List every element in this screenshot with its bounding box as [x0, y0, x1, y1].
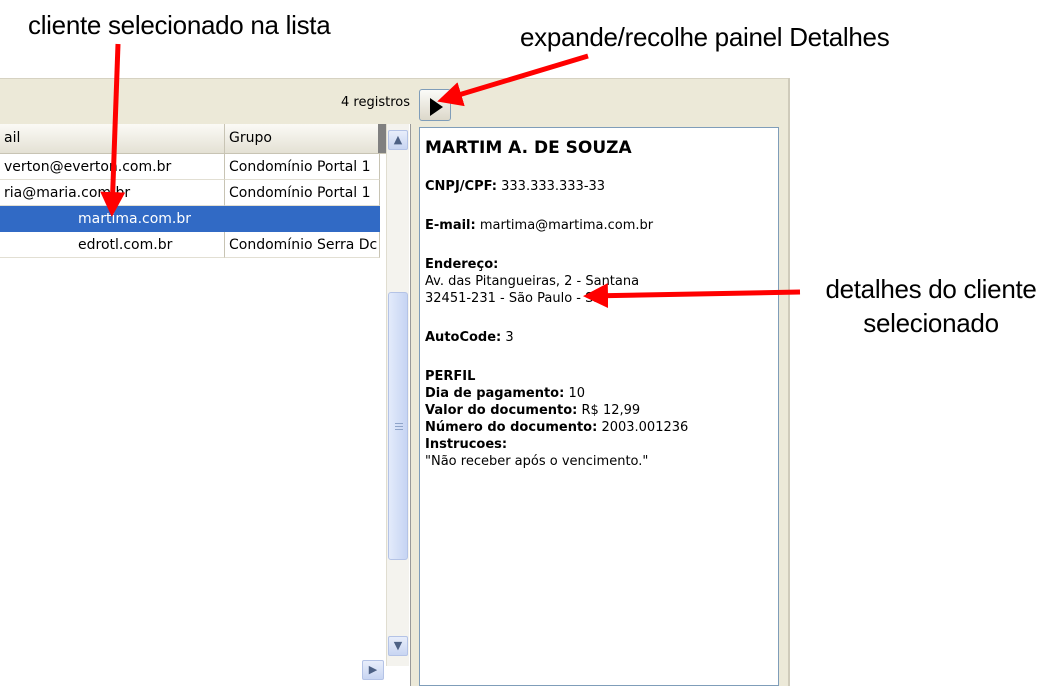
arrow-to-toggle-button	[437, 53, 589, 107]
arrow-to-details-address	[583, 283, 801, 309]
arrow-to-selected-row	[100, 43, 126, 217]
annotation-arrows	[100, 43, 801, 309]
